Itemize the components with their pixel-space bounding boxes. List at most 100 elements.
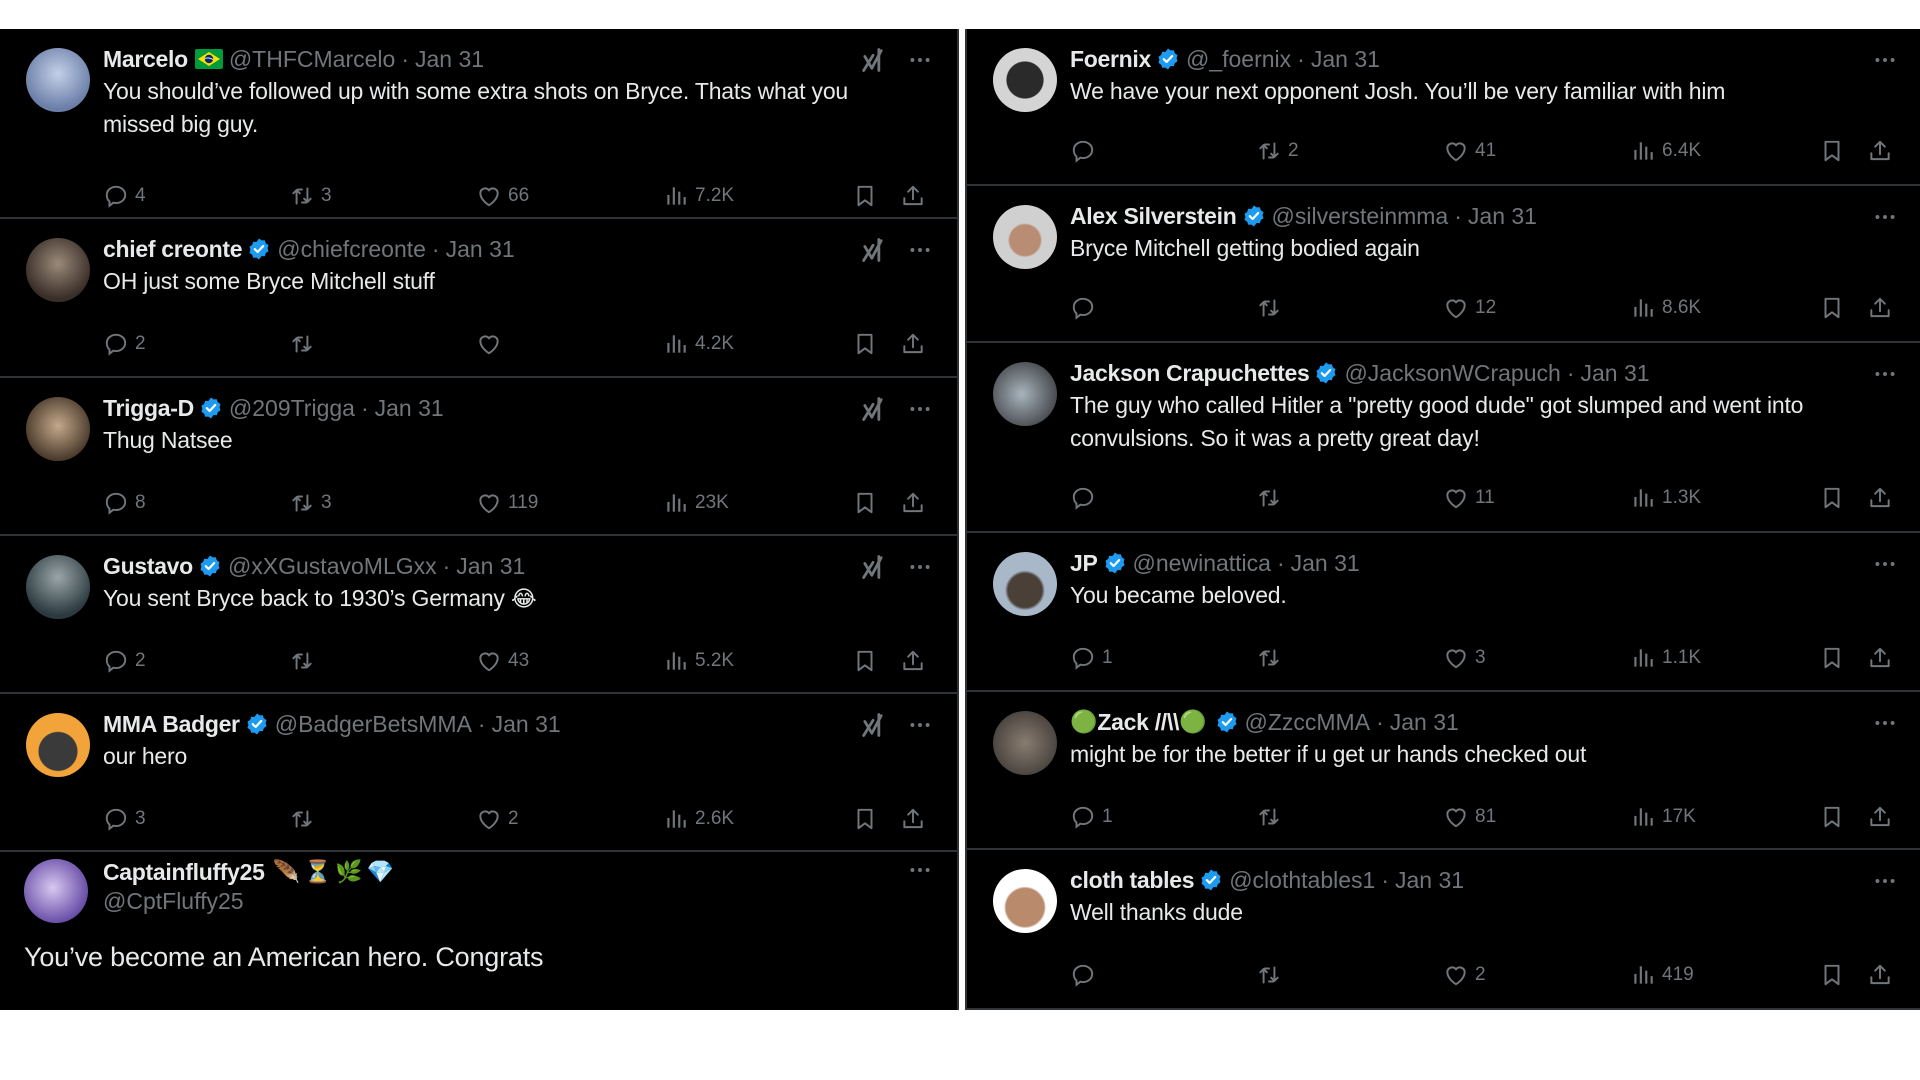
timestamp[interactable]: Jan 31 xyxy=(492,710,561,738)
more-icon[interactable] xyxy=(1872,868,1898,894)
display-name[interactable]: Gustavo xyxy=(103,552,193,580)
like-button[interactable]: 119 xyxy=(476,488,538,518)
share-button[interactable] xyxy=(1867,483,1893,513)
display-name[interactable]: cloth tables xyxy=(1070,866,1195,894)
repost-button[interactable] xyxy=(289,329,321,359)
grok-icon[interactable] xyxy=(859,236,887,264)
avatar[interactable] xyxy=(993,362,1057,426)
display-name[interactable]: JP xyxy=(1070,549,1098,577)
share-button[interactable] xyxy=(1867,293,1893,323)
tweet-foernix[interactable]: Foernix @_foernix · Jan 31 We have your … xyxy=(967,29,1920,186)
share-button[interactable] xyxy=(900,804,926,834)
display-name[interactable]: chief creonte xyxy=(103,235,243,263)
more-icon[interactable] xyxy=(907,857,933,883)
grok-icon[interactable] xyxy=(859,553,887,581)
more-icon[interactable] xyxy=(1872,204,1898,230)
bookmark-button[interactable] xyxy=(852,181,878,211)
share-button[interactable] xyxy=(900,646,926,676)
share-button[interactable] xyxy=(1867,960,1893,990)
avatar[interactable] xyxy=(993,552,1057,616)
more-icon[interactable] xyxy=(907,47,933,73)
views-button[interactable]: 4.2K xyxy=(663,329,734,359)
views-button[interactable]: 419 xyxy=(1630,960,1694,990)
reply-button[interactable]: 1 xyxy=(1070,643,1113,673)
bookmark-button[interactable] xyxy=(1819,483,1845,513)
grok-icon[interactable] xyxy=(859,395,887,423)
avatar[interactable] xyxy=(26,713,90,777)
timestamp[interactable]: Jan 31 xyxy=(1291,549,1360,577)
repost-button[interactable] xyxy=(289,804,321,834)
tweet-cloth-tables[interactable]: cloth tables @clothtables1 · Jan 31 Well… xyxy=(967,850,1920,1008)
like-button[interactable]: 3 xyxy=(1443,643,1486,673)
grok-icon[interactable] xyxy=(859,711,887,739)
handle[interactable]: @THFCMarcelo xyxy=(229,45,395,73)
avatar[interactable] xyxy=(26,397,90,461)
bookmark-button[interactable] xyxy=(1819,802,1845,832)
bookmark-button[interactable] xyxy=(1819,136,1845,166)
tweet-alex-silverstein[interactable]: Alex Silverstein @silversteinmma · Jan 3… xyxy=(967,186,1920,343)
display-name[interactable]: Jackson Crapuchettes xyxy=(1070,359,1310,387)
views-button[interactable]: 1.1K xyxy=(1630,643,1701,673)
repost-button[interactable]: 3 xyxy=(289,181,332,211)
like-button[interactable]: 2 xyxy=(1443,960,1486,990)
reply-button[interactable]: 8 xyxy=(103,488,146,518)
display-name[interactable]: Alex Silverstein xyxy=(1070,202,1237,230)
more-icon[interactable] xyxy=(907,237,933,263)
handle[interactable]: @BadgerBetsMMA xyxy=(275,710,472,738)
repost-button[interactable] xyxy=(1256,483,1288,513)
timestamp[interactable]: Jan 31 xyxy=(446,235,515,263)
repost-button[interactable] xyxy=(1256,293,1288,323)
handle[interactable]: @_foernix xyxy=(1186,45,1291,73)
avatar[interactable] xyxy=(993,48,1057,112)
avatar[interactable] xyxy=(993,869,1057,933)
share-button[interactable] xyxy=(900,488,926,518)
avatar[interactable] xyxy=(26,238,90,302)
share-button[interactable] xyxy=(900,181,926,211)
views-button[interactable]: 17K xyxy=(1630,802,1696,832)
timestamp[interactable]: Jan 31 xyxy=(456,552,525,580)
like-button[interactable]: 43 xyxy=(476,646,529,676)
display-name[interactable]: Foernix xyxy=(1070,45,1151,73)
like-button[interactable]: 81 xyxy=(1443,802,1496,832)
handle[interactable]: @clothtables1 xyxy=(1229,866,1375,894)
handle[interactable]: @xXGustavoMLGxx xyxy=(228,552,437,580)
views-button[interactable]: 7.2K xyxy=(663,181,734,211)
timestamp[interactable]: Jan 31 xyxy=(1390,708,1459,736)
handle[interactable]: @newinattica xyxy=(1133,549,1271,577)
avatar[interactable] xyxy=(24,859,88,923)
reply-button[interactable] xyxy=(1070,960,1102,990)
more-icon[interactable] xyxy=(907,554,933,580)
tweet-jp[interactable]: JP @newinattica · Jan 31 You became belo… xyxy=(967,533,1920,692)
repost-button[interactable] xyxy=(1256,802,1288,832)
share-button[interactable] xyxy=(1867,643,1893,673)
avatar[interactable] xyxy=(993,205,1057,269)
reply-button[interactable] xyxy=(1070,293,1102,323)
bookmark-button[interactable] xyxy=(1819,293,1845,323)
repost-button[interactable]: 2 xyxy=(1256,136,1299,166)
avatar[interactable] xyxy=(26,48,90,112)
avatar[interactable] xyxy=(26,555,90,619)
views-button[interactable]: 23K xyxy=(663,488,729,518)
reply-button[interactable] xyxy=(1070,136,1102,166)
share-button[interactable] xyxy=(900,329,926,359)
more-icon[interactable] xyxy=(907,396,933,422)
handle[interactable]: @CptFluffy25 xyxy=(103,886,927,916)
views-button[interactable]: 1.3K xyxy=(1630,483,1701,513)
tweet-jackson-crapuchettes[interactable]: Jackson Crapuchettes @JacksonWCrapuch · … xyxy=(967,343,1920,533)
tweet-trigga-d[interactable]: Trigga-D @209Trigga · Jan 31 Thug Natsee… xyxy=(0,378,957,536)
bookmark-button[interactable] xyxy=(852,329,878,359)
handle[interactable]: @209Trigga xyxy=(229,394,355,422)
repost-button[interactable] xyxy=(289,646,321,676)
repost-button[interactable]: 3 xyxy=(289,488,332,518)
tweet-marcelo[interactable]: Marcelo @THFCMarcelo · Jan 31 You should… xyxy=(0,29,957,219)
more-icon[interactable] xyxy=(1872,710,1898,736)
like-button[interactable]: 41 xyxy=(1443,136,1496,166)
grok-icon[interactable] xyxy=(859,46,887,74)
timestamp[interactable]: Jan 31 xyxy=(1468,202,1537,230)
tweet-mma-badger[interactable]: MMA Badger @BadgerBetsMMA · Jan 31 our h… xyxy=(0,694,957,852)
timestamp[interactable]: Jan 31 xyxy=(1311,45,1380,73)
display-name[interactable]: Marcelo xyxy=(103,45,188,73)
repost-button[interactable] xyxy=(1256,960,1288,990)
timestamp[interactable]: Jan 31 xyxy=(415,45,484,73)
like-button[interactable]: 11 xyxy=(1443,483,1495,513)
